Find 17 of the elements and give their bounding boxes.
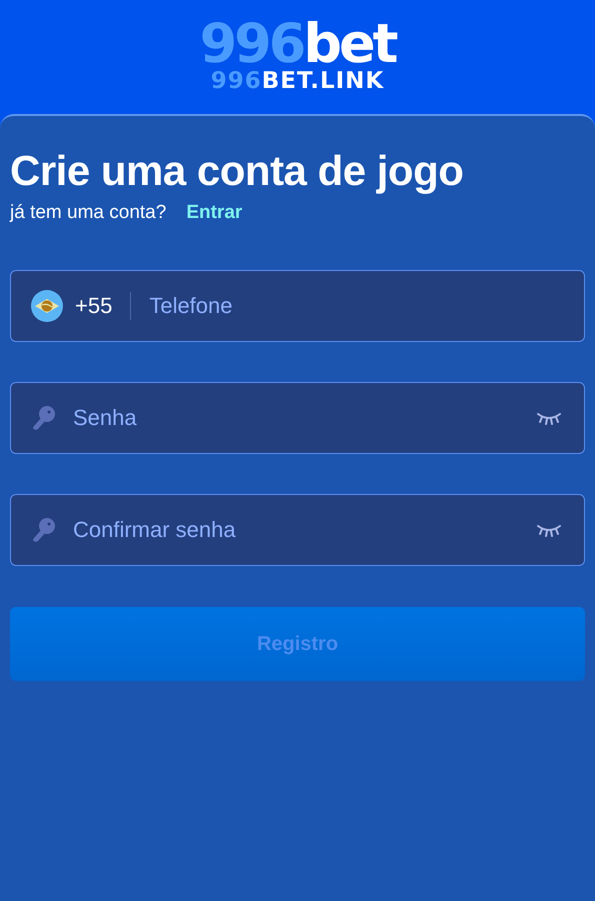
input-field[interactable]: Confirmar senha xyxy=(10,494,585,566)
brand-logo: 996bet xyxy=(200,20,396,68)
flag-icon[interactable] xyxy=(31,290,63,322)
login-prompt: já tem uma conta? xyxy=(10,202,166,224)
closed-eye-icon[interactable] xyxy=(536,411,562,425)
text-input[interactable]: Senha xyxy=(73,405,520,431)
key-icon xyxy=(31,517,57,543)
text-input[interactable]: Telefone xyxy=(149,293,562,319)
page-title: Crie uma conta de jogo xyxy=(10,146,464,196)
input-field[interactable]: +55 Telefone xyxy=(10,270,585,342)
input-field[interactable]: Senha xyxy=(10,382,585,454)
login-link[interactable]: Entrar xyxy=(186,202,242,224)
key-icon xyxy=(31,405,57,431)
text-input[interactable]: Confirmar senha xyxy=(73,517,520,543)
site-domain: 996BET.LINK xyxy=(210,68,384,94)
closed-eye-icon[interactable] xyxy=(536,523,562,537)
country-code[interactable]: +55 xyxy=(75,293,112,319)
